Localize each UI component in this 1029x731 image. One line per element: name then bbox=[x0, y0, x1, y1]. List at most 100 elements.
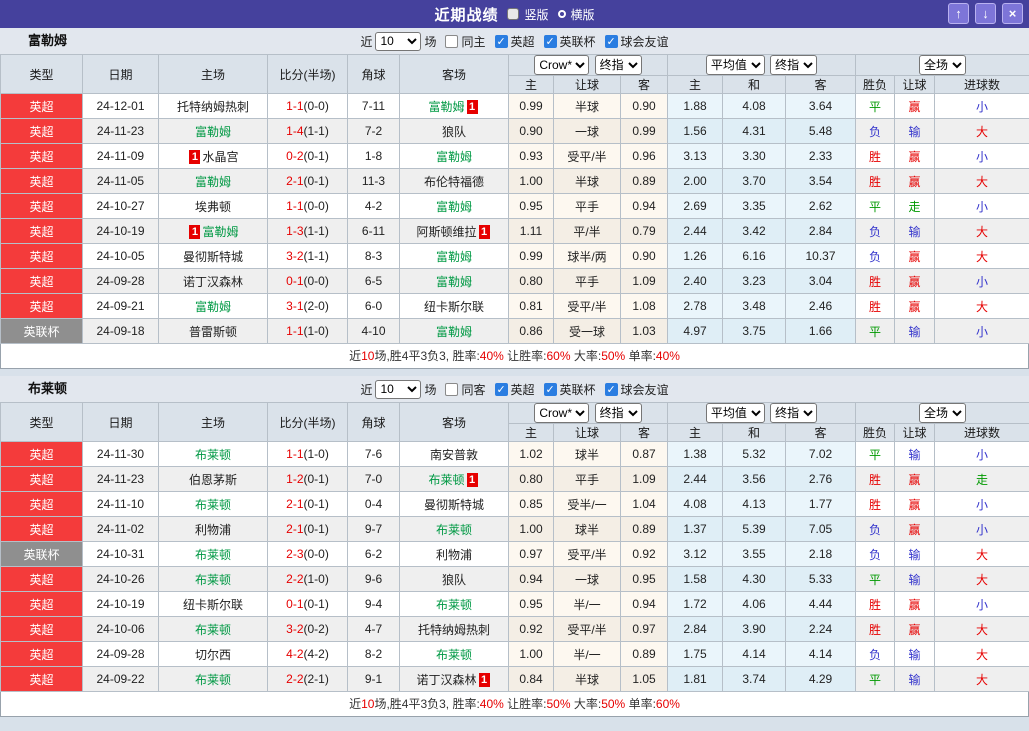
games-label: 场 bbox=[424, 382, 437, 397]
radio-horizontal-label: 横版 bbox=[570, 7, 595, 22]
corner-score: 9-1 bbox=[347, 666, 400, 692]
recent-label: 近 bbox=[360, 382, 373, 397]
result-handicap: 输 bbox=[894, 666, 936, 692]
match-score: 0-1(0-1) bbox=[267, 591, 348, 617]
team-name: 富勒姆 bbox=[194, 124, 231, 139]
handicap-line: 受平/半 bbox=[553, 541, 621, 567]
result-goals: 小 bbox=[934, 93, 1029, 119]
match-row: 英超 24-10-26 布莱顿 2-2(1-0) 9-6 狼队 0.94 一球 0.95 1.58… bbox=[0, 566, 1029, 592]
team-name: 富勒姆 bbox=[435, 274, 472, 289]
recent-count-select[interactable]: 10 bbox=[375, 379, 422, 399]
handicap-home-odds: 0.84 bbox=[508, 666, 554, 692]
away-team-cell: 富勒姆 bbox=[399, 243, 509, 269]
home-team-cell: 富勒姆 bbox=[158, 293, 268, 319]
average-stage-select[interactable]: 终指 bbox=[770, 55, 818, 75]
avg-home-odds: 1.56 bbox=[667, 118, 723, 144]
avg-home-odds: 4.97 bbox=[667, 318, 723, 344]
league-checkbox-eflcup[interactable] bbox=[543, 382, 557, 396]
home-team-cell: 布莱顿 bbox=[158, 666, 268, 692]
corner-score: 4-2 bbox=[347, 193, 400, 219]
result-wdl: 胜 bbox=[855, 491, 896, 517]
avg-away-odds: 2.62 bbox=[784, 193, 857, 219]
scroll-down-button[interactable]: ↓ bbox=[975, 3, 996, 24]
handicap-away-odds: 0.95 bbox=[620, 566, 668, 592]
avg-draw-odds: 3.48 bbox=[722, 293, 786, 319]
home-team-cell: 布莱顿 bbox=[158, 566, 268, 592]
handicap-home-odds: 0.92 bbox=[508, 616, 554, 642]
league-badge: 英超 bbox=[0, 441, 83, 467]
team-name: 布莱顿 bbox=[435, 522, 472, 537]
team-name: 南安普敦 bbox=[429, 447, 478, 462]
team-section-fulham: 富勒姆 近 10 场 同主 英超 英联杯 球会友谊 类型 日期 bbox=[0, 28, 1029, 369]
avg-home-odds: 1.81 bbox=[667, 666, 723, 692]
handicap-away-odds: 1.03 bbox=[620, 318, 668, 344]
handicap-line: 平手 bbox=[553, 193, 621, 219]
col-header-handicap-line: 让球 bbox=[553, 75, 621, 94]
layout-radio-vertical[interactable]: 竖版 bbox=[507, 6, 549, 23]
handicap-away-odds: 1.09 bbox=[620, 268, 668, 294]
col-header-result-goals: 进球数 bbox=[934, 75, 1029, 94]
league-badge: 英超 bbox=[0, 143, 83, 169]
league-checkbox-eflcup[interactable] bbox=[543, 34, 557, 48]
layout-radio-horizontal[interactable]: 横版 bbox=[557, 6, 595, 23]
league-badge: 英超 bbox=[0, 491, 83, 517]
team-name: 埃弗顿 bbox=[194, 199, 231, 214]
match-row: 英超 24-11-23 伯恩茅斯 1-2(0-1) 7-0 布莱顿 1 0.80 平手 1.09 2… bbox=[0, 466, 1029, 492]
match-score: 2-2(2-1) bbox=[267, 666, 348, 692]
handicap-line: 一球 bbox=[553, 566, 621, 592]
match-date: 24-10-19 bbox=[82, 591, 159, 617]
match-row: 英超 24-10-19 1 富勒姆 1-3(1-1) 6-11 阿斯顿维拉 1 1.11 平/半 0… bbox=[0, 218, 1029, 244]
corner-score: 7-2 bbox=[347, 118, 400, 144]
handicap-stage-select[interactable]: 终指 bbox=[594, 403, 642, 423]
match-date: 24-11-09 bbox=[82, 143, 159, 169]
match-row: 英超 24-11-23 富勒姆 1-4(1-1) 7-2 狼队 0.90 一球 0.99 1.56… bbox=[0, 118, 1029, 144]
league-checkbox-epl[interactable] bbox=[494, 34, 508, 48]
col-header-handicap-home: 主 bbox=[508, 423, 554, 442]
avg-home-odds: 1.75 bbox=[667, 641, 723, 667]
recent-count-select[interactable]: 10 bbox=[375, 31, 422, 51]
same-venue-checkbox[interactable] bbox=[445, 34, 459, 48]
result-goals: 大 bbox=[934, 541, 1029, 567]
result-goals: 大 bbox=[934, 616, 1029, 642]
handicap-away-odds: 0.94 bbox=[620, 193, 668, 219]
avg-home-odds: 2.00 bbox=[667, 168, 723, 194]
corner-score: 9-6 bbox=[347, 566, 400, 592]
red-card-badge: 1 bbox=[466, 99, 478, 114]
away-team-cell: 富勒姆 bbox=[399, 268, 509, 294]
team-name: 富勒姆 bbox=[435, 324, 472, 339]
summary-text: 60% bbox=[546, 349, 571, 363]
close-button[interactable]: × bbox=[1002, 3, 1023, 24]
match-score: 1-1(1-0) bbox=[267, 318, 348, 344]
corner-score: 4-10 bbox=[347, 318, 400, 344]
handicap-home-odds: 0.86 bbox=[508, 318, 554, 344]
result-wdl: 胜 bbox=[855, 143, 896, 169]
away-team-cell: 布莱顿 bbox=[399, 591, 509, 617]
result-goals: 大 bbox=[934, 218, 1029, 244]
corner-score: 9-7 bbox=[347, 516, 400, 542]
col-header-result-handicap: 让球 bbox=[894, 75, 936, 94]
scroll-up-button[interactable]: ↑ bbox=[948, 3, 969, 24]
league-checkbox-friendly[interactable] bbox=[604, 34, 618, 48]
handicap-stage-select[interactable]: 终指 bbox=[594, 55, 642, 75]
match-date: 24-10-06 bbox=[82, 616, 159, 642]
league-checkbox-epl[interactable] bbox=[494, 382, 508, 396]
team-name: 布莱顿 bbox=[194, 572, 231, 587]
odds-company-select[interactable]: Crow* bbox=[534, 55, 590, 75]
average-stage-select[interactable]: 终指 bbox=[770, 403, 818, 423]
league-checkbox-friendly[interactable] bbox=[604, 382, 618, 396]
handicap-home-odds: 0.99 bbox=[508, 93, 554, 119]
same-venue-checkbox[interactable] bbox=[445, 382, 459, 396]
result-wdl: 负 bbox=[855, 541, 896, 567]
average-source-select[interactable]: 平均值 bbox=[705, 55, 765, 75]
average-source-select[interactable]: 平均值 bbox=[705, 403, 765, 423]
avg-away-odds: 2.84 bbox=[784, 218, 857, 244]
scope-select[interactable]: 全场 bbox=[919, 403, 967, 423]
odds-company-select[interactable]: Crow* bbox=[534, 403, 590, 423]
match-row: 英超 24-10-06 布莱顿 3-2(0-2) 4-7 托特纳姆热刺 0.92 受平/半 0.… bbox=[0, 616, 1029, 642]
home-team-cell: 诺丁汉森林 bbox=[158, 268, 268, 294]
corner-score: 8-2 bbox=[347, 641, 400, 667]
title-bar: 近期战绩 竖版 横版 ↑ ↓ × bbox=[0, 0, 1029, 28]
scope-select[interactable]: 全场 bbox=[919, 55, 967, 75]
result-goals: 小 bbox=[934, 591, 1029, 617]
red-card-badge: 1 bbox=[189, 224, 201, 239]
